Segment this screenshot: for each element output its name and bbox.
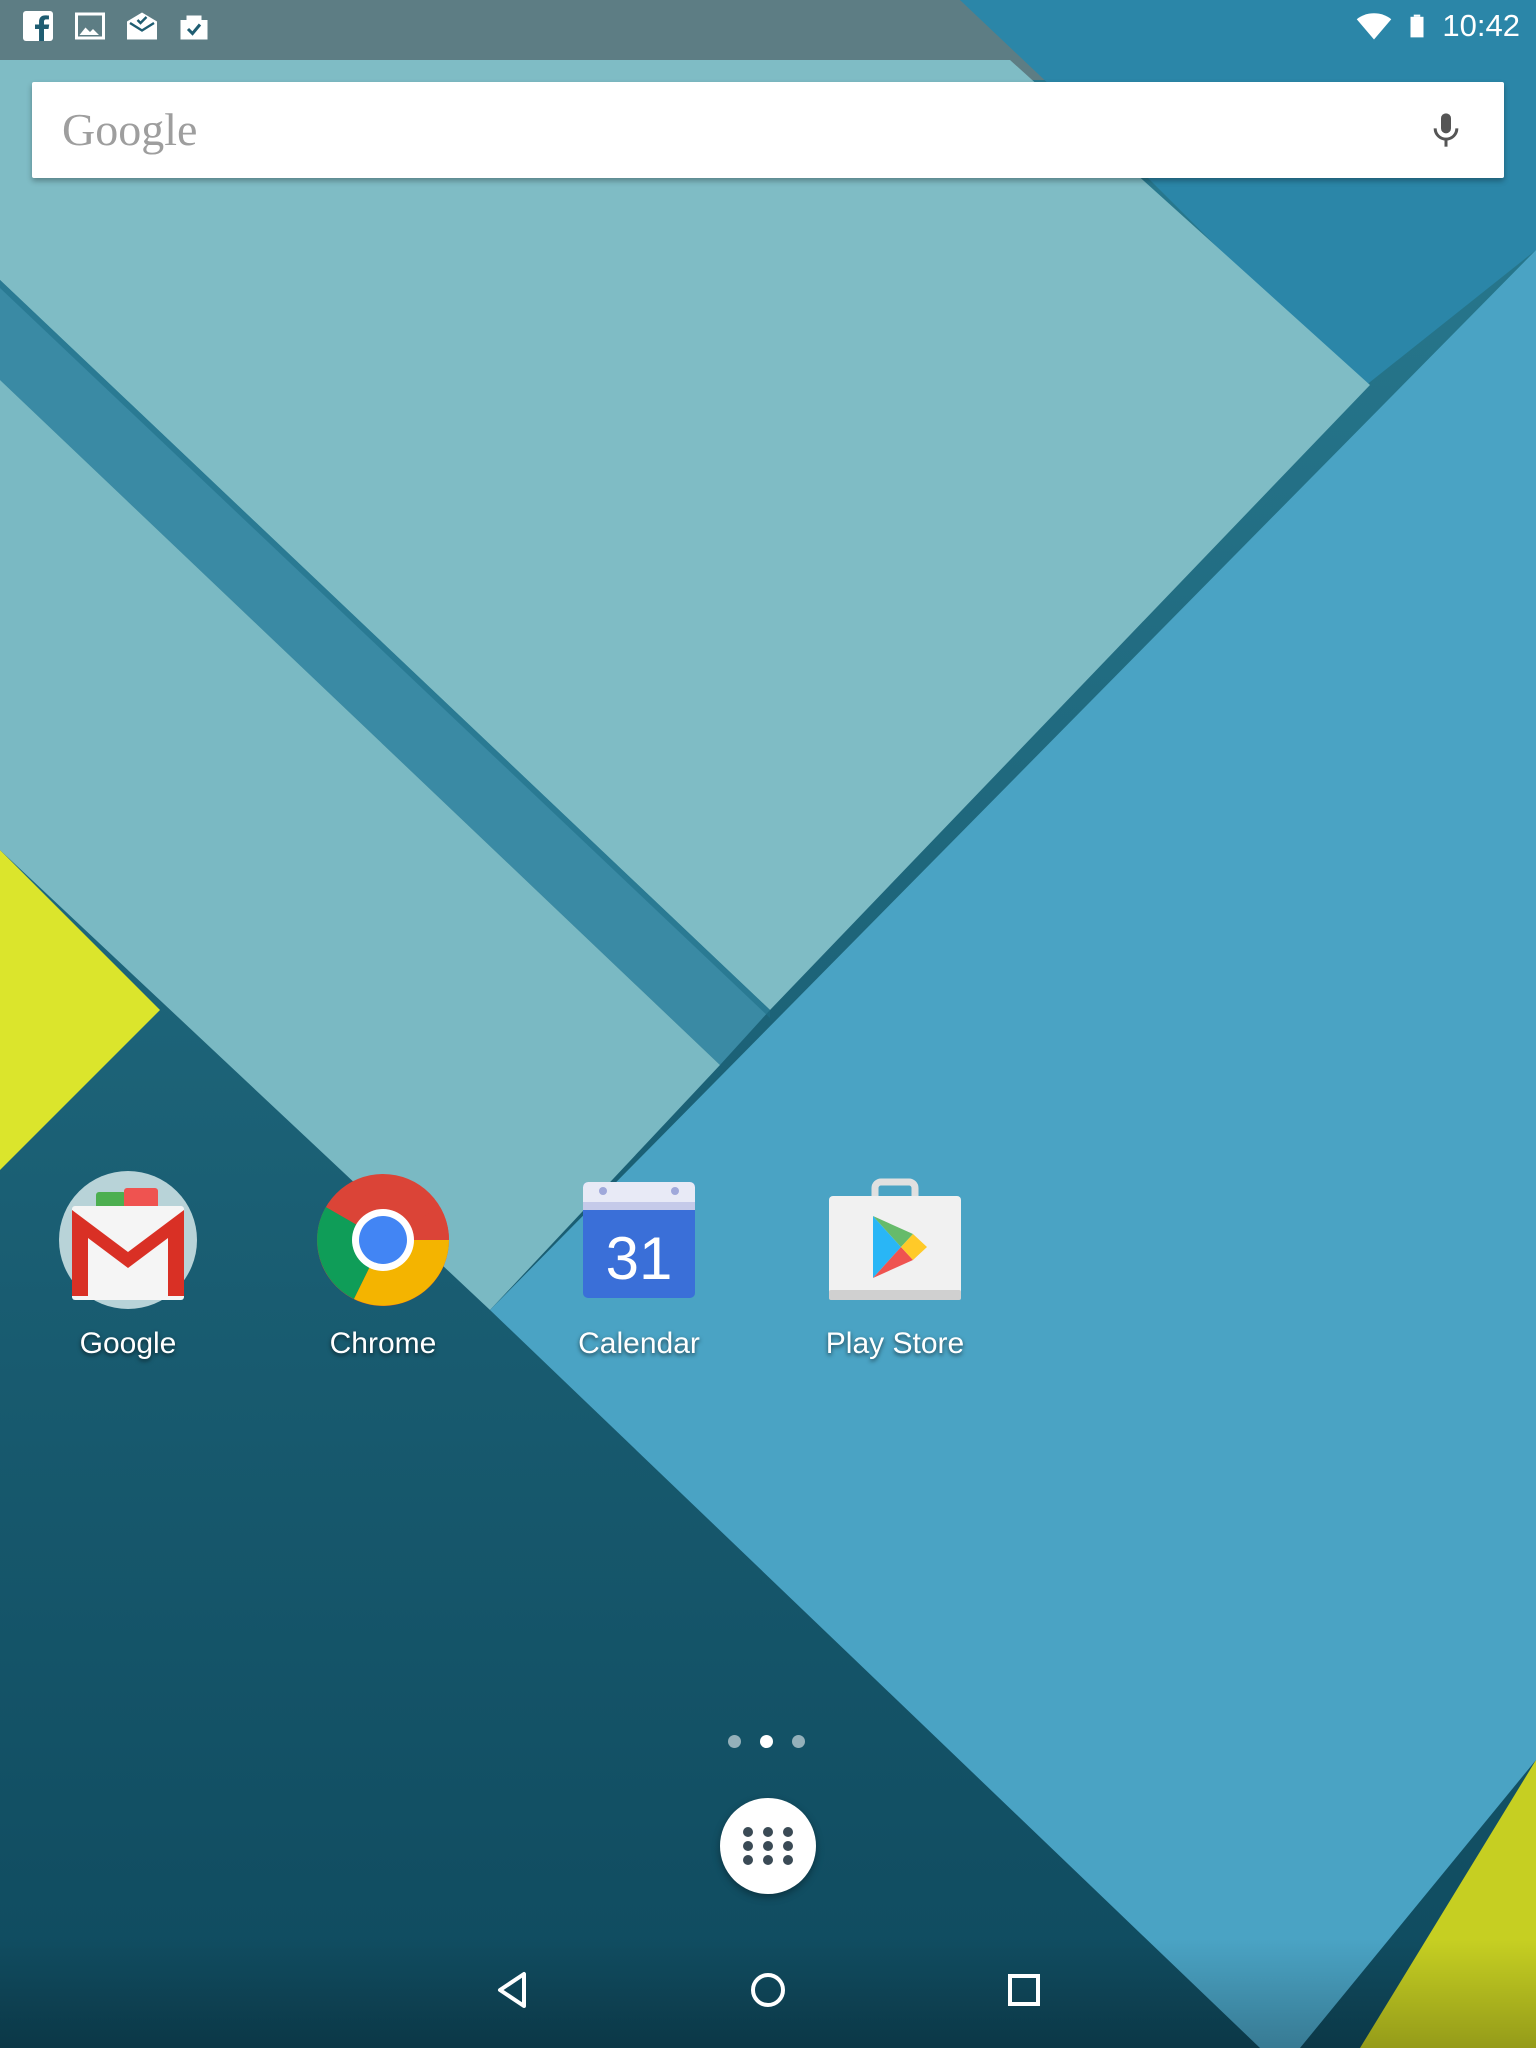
status-time: 10:42 [1442,8,1520,43]
gmail-folder-icon [59,1171,197,1309]
task-done-icon [180,15,208,40]
page-dot[interactable] [792,1735,805,1748]
calendar-icon-date: 31 [606,1225,673,1292]
image-icon [75,12,105,40]
mic-icon[interactable] [1426,106,1466,154]
app-label-google: Google [79,1327,177,1360]
app-drawer-icon [743,1827,793,1865]
home-button[interactable] [728,1960,808,2020]
google-search-bar[interactable]: Google [32,82,1504,178]
notification-icons [20,8,212,44]
page-dot[interactable] [728,1735,741,1748]
status-bar: 10:42 [0,0,1536,52]
status-indicators: 10:42 [1356,6,1520,46]
app-label-play-store: Play Store [825,1327,965,1360]
home-icon [751,1973,785,2007]
app-chrome[interactable]: Chrome [273,1168,493,1362]
recents-icon [1008,1974,1040,2006]
email-icon [127,12,157,40]
navigation-bar [0,1940,1536,2048]
app-google[interactable]: Google [18,1168,238,1362]
wifi-icon [1357,13,1392,40]
recents-button[interactable] [984,1960,1064,2020]
chrome-icon [317,1174,449,1306]
back-button[interactable] [472,1960,552,2020]
app-label-chrome: Chrome [329,1327,437,1360]
page-indicator [728,1735,805,1748]
back-icon [498,1972,526,2008]
app-play-store[interactable]: Play Store [785,1168,1005,1362]
all-apps-button[interactable] [720,1798,816,1894]
facebook-icon [23,11,53,41]
app-label-calendar: Calendar [578,1327,700,1360]
app-calendar[interactable]: 31 Calendar [529,1168,749,1362]
calendar-icon: 31 [583,1182,695,1298]
battery-icon [1410,14,1424,38]
play-store-icon [829,1178,961,1300]
page-dot-current[interactable] [760,1735,773,1748]
google-logo: Google [62,104,198,155]
